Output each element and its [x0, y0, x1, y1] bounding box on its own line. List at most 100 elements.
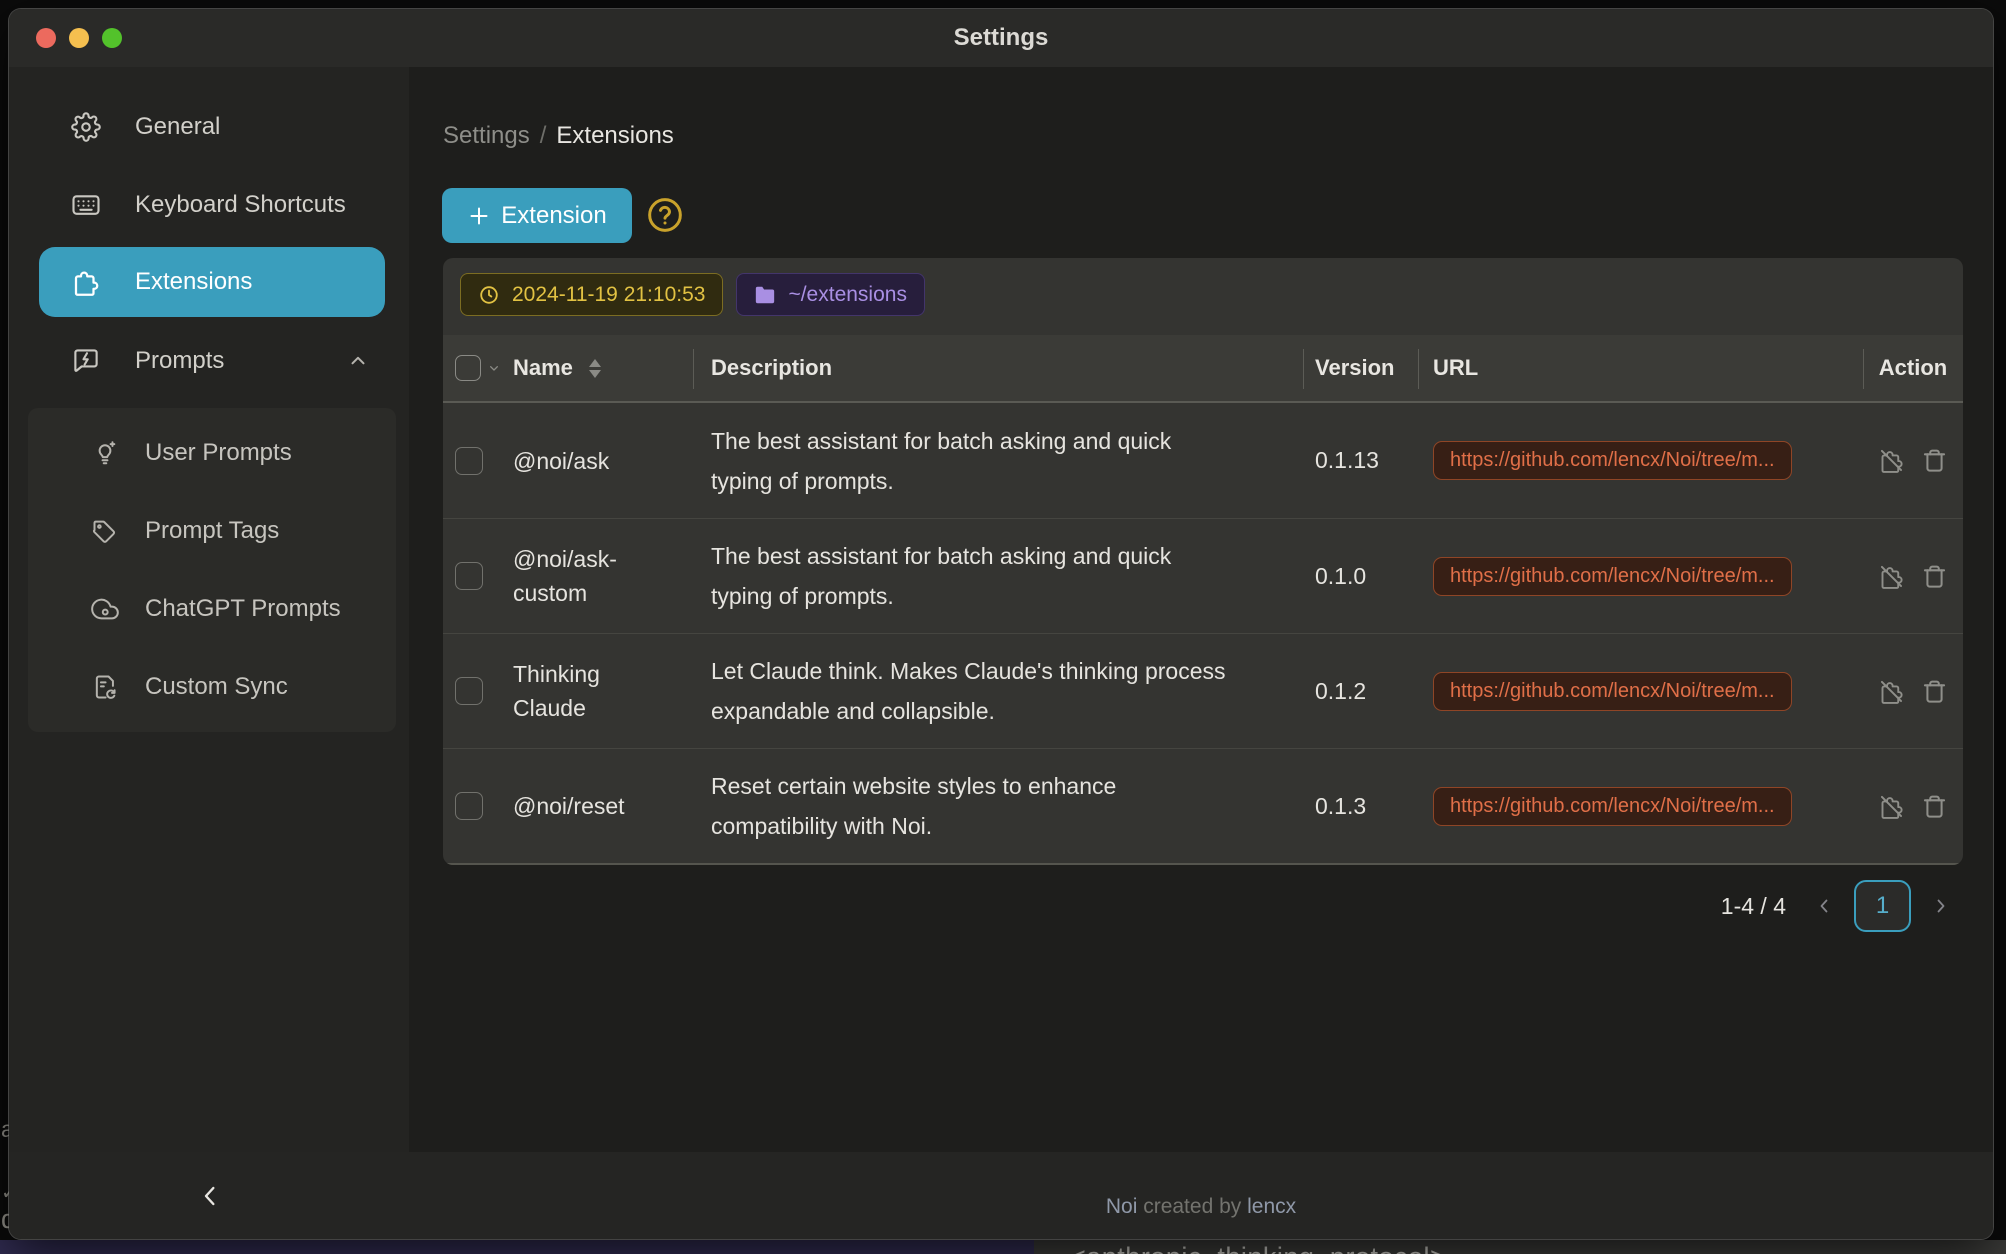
sidebar-item-general[interactable]: General — [39, 95, 385, 159]
titlebar: Settings — [9, 9, 1993, 67]
column-header-url: URL — [1433, 355, 1478, 381]
delete-extension-icon[interactable] — [1921, 563, 1948, 590]
column-header-name: Name — [513, 355, 573, 381]
lightbulb-sparkle-icon — [91, 439, 119, 467]
prompts-submenu: User Prompts Prompt Tags ChatGPT Prompts… — [28, 408, 396, 732]
table-row: @noi/ask The best assistant for batch as… — [443, 403, 1963, 518]
document-sync-icon — [91, 673, 119, 701]
puzzle-icon — [71, 267, 101, 297]
sidebar-item-custom-sync[interactable]: Custom Sync — [28, 648, 396, 726]
disable-extension-icon[interactable] — [1878, 447, 1905, 474]
extension-url-link[interactable]: https://github.com/lencx/Noi/tree/m... — [1433, 672, 1792, 711]
extension-description: Let Claude think. Makes Claude's thinkin… — [711, 651, 1271, 731]
window-title: Settings — [9, 9, 1993, 67]
pagination-next-icon[interactable] — [1929, 894, 1953, 918]
clock-icon — [478, 284, 500, 306]
footer: Noi created by lencx — [9, 1152, 1993, 1239]
extension-version: 0.1.0 — [1315, 563, 1366, 590]
add-extension-button[interactable]: Extension — [442, 188, 632, 243]
extension-version: 0.1.3 — [1315, 793, 1366, 820]
extensions-table-card: 2024-11-19 21:10:53 ~/extensions Name De… — [443, 258, 1963, 865]
pagination: 1-4 / 4 1 — [1721, 880, 1953, 932]
delete-extension-icon[interactable] — [1921, 447, 1948, 474]
extension-version: 0.1.2 — [1315, 678, 1366, 705]
plus-icon — [467, 204, 491, 228]
pagination-range: 1-4 / 4 — [1721, 893, 1786, 920]
sidebar-item-label: Prompt Tags — [145, 517, 279, 545]
select-all-checkbox[interactable] — [455, 355, 481, 381]
sidebar-item-prompts[interactable]: Prompts — [39, 329, 385, 393]
chat-lightning-icon — [71, 346, 101, 376]
sidebar: General Keyboard Shortcuts Extensions Pr… — [9, 67, 409, 1152]
desktop-background-strip — [0, 1240, 1034, 1254]
sidebar-item-label: User Prompts — [145, 439, 292, 467]
row-checkbox[interactable] — [455, 792, 483, 820]
chevron-down-icon[interactable] — [486, 360, 502, 376]
desktop-background-strip: <anthropic_thinking_protocol> — [1034, 1240, 2006, 1254]
pagination-prev-icon[interactable] — [1812, 894, 1836, 918]
disable-extension-icon[interactable] — [1878, 563, 1905, 590]
breadcrumb-separator: / — [540, 122, 547, 149]
extension-description: Reset certain website styles to enhance … — [711, 766, 1271, 846]
noi-link[interactable]: Noi — [1106, 1195, 1138, 1218]
table-header: Name Description Version URL Action — [443, 335, 1963, 403]
sidebar-item-user-prompts[interactable]: User Prompts — [28, 414, 396, 492]
extension-url-link[interactable]: https://github.com/lencx/Noi/tree/m... — [1433, 441, 1792, 480]
disable-extension-icon[interactable] — [1878, 678, 1905, 705]
breadcrumb-extensions: Extensions — [556, 122, 673, 149]
sort-icon[interactable] — [589, 359, 601, 378]
background-window-text: <anthropic_thinking_protocol> — [1070, 1242, 1446, 1254]
extension-name: Thinking Claude — [513, 657, 643, 725]
breadcrumb-settings[interactable]: Settings — [443, 122, 530, 149]
table-row: @noi/reset Reset certain website styles … — [443, 748, 1963, 863]
disable-extension-icon[interactable] — [1878, 793, 1905, 820]
tag-icon — [91, 517, 119, 545]
table-row: Thinking Claude Let Claude think. Makes … — [443, 633, 1963, 748]
sidebar-item-label: ChatGPT Prompts — [145, 595, 341, 623]
row-checkbox[interactable] — [455, 447, 483, 475]
keyboard-icon — [71, 190, 101, 220]
delete-extension-icon[interactable] — [1921, 793, 1948, 820]
row-checkbox[interactable] — [455, 677, 483, 705]
sidebar-item-label: Keyboard Shortcuts — [135, 191, 346, 219]
sidebar-item-chatgpt-prompts[interactable]: ChatGPT Prompts — [28, 570, 396, 648]
sidebar-item-keyboard-shortcuts[interactable]: Keyboard Shortcuts — [39, 173, 385, 237]
delete-extension-icon[interactable] — [1921, 678, 1948, 705]
table-body: @noi/ask The best assistant for batch as… — [443, 403, 1963, 863]
sidebar-collapse-icon[interactable] — [194, 1180, 226, 1212]
cloud-icon — [91, 595, 119, 623]
settings-window: Settings General Keyboard Shortcuts Exte… — [9, 9, 1993, 1239]
timestamp-text: 2024-11-19 21:10:53 — [512, 283, 705, 307]
extension-url-link[interactable]: https://github.com/lencx/Noi/tree/m... — [1433, 787, 1792, 826]
extension-version: 0.1.13 — [1315, 447, 1379, 474]
sidebar-item-label: General — [135, 113, 220, 141]
directory-path: ~/extensions — [788, 283, 907, 307]
sidebar-item-label: Custom Sync — [145, 673, 288, 701]
gear-icon — [71, 112, 101, 142]
extension-name: @noi/reset — [513, 789, 643, 823]
folder-icon — [754, 284, 776, 306]
extension-description: The best assistant for batch asking and … — [711, 421, 1271, 501]
extension-url-link[interactable]: https://github.com/lencx/Noi/tree/m... — [1433, 557, 1792, 596]
sidebar-item-label: Extensions — [135, 268, 252, 296]
column-header-description: Description — [711, 355, 832, 381]
chevron-up-icon[interactable] — [347, 350, 369, 372]
app-credit: Noi created by lencx — [409, 1195, 1993, 1219]
add-extension-label: Extension — [501, 202, 606, 230]
extension-description: The best assistant for batch asking and … — [711, 536, 1271, 616]
row-checkbox[interactable] — [455, 562, 483, 590]
extensions-directory-badge[interactable]: ~/extensions — [736, 273, 925, 316]
column-header-version: Version — [1315, 355, 1394, 381]
extension-name: @noi/ask — [513, 444, 643, 478]
credit-text: created by — [1137, 1195, 1247, 1218]
lencx-link[interactable]: lencx — [1247, 1195, 1296, 1218]
extension-name: @noi/ask-custom — [513, 542, 643, 610]
breadcrumb: Settings / Extensions — [443, 116, 674, 156]
sidebar-item-extensions[interactable]: Extensions — [39, 247, 385, 317]
sidebar-item-prompt-tags[interactable]: Prompt Tags — [28, 492, 396, 570]
pagination-page-1-button[interactable]: 1 — [1854, 880, 1911, 932]
timestamp-badge: 2024-11-19 21:10:53 — [460, 273, 723, 316]
sidebar-item-label: Prompts — [135, 347, 224, 375]
table-row: @noi/ask-custom The best assistant for b… — [443, 518, 1963, 633]
help-icon[interactable] — [645, 195, 685, 235]
